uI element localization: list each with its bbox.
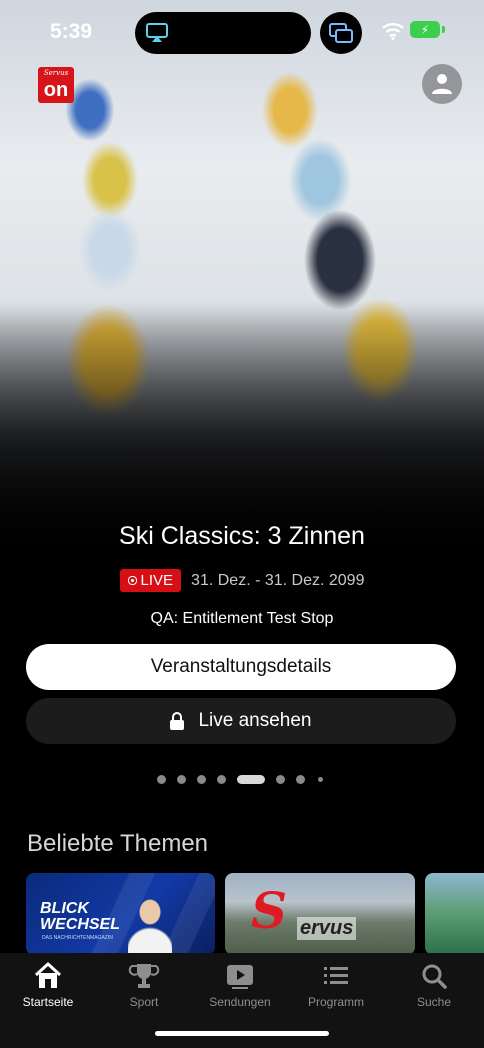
live-badge: LIVE (119, 569, 182, 592)
logo-top-text: Servus (43, 69, 69, 77)
search-icon (422, 964, 447, 989)
tab-sendungen[interactable]: Sendungen (192, 961, 288, 1009)
tile-title-line1: BLICK (40, 900, 89, 917)
tile-title-line2: WECHSEL (40, 916, 120, 933)
tab-sport[interactable]: Sport (96, 961, 192, 1009)
battery-icon: ⚡ (410, 21, 440, 38)
trophy-icon (128, 964, 160, 988)
pager-dot[interactable] (177, 775, 186, 784)
home-indicator[interactable] (155, 1031, 329, 1036)
pager-dot[interactable] (157, 775, 166, 784)
lock-icon (170, 712, 185, 730)
tab-label: Startseite (22, 995, 74, 1009)
topic-tile-blickwechsel[interactable]: BLICK WECHSEL DAS NACHRICHTENMAGAZIN (26, 873, 215, 955)
pager-dot[interactable] (296, 775, 305, 784)
logo-main-text: on (43, 79, 69, 101)
presenter-image (128, 899, 172, 955)
tab-label: Sport (129, 995, 159, 1009)
servus-on-logo[interactable]: Servus on (38, 67, 74, 103)
pager-dot-active[interactable] (237, 775, 265, 784)
event-meta: LIVE 31. Dez. - 31. Dez. 2099 (0, 569, 484, 592)
tile-subtitle: DAS NACHRICHTENMAGAZIN (42, 935, 113, 941)
home-icon (34, 962, 62, 988)
battery-cap (442, 26, 445, 33)
event-subtitle: QA: Entitlement Test Stop (150, 610, 334, 627)
status-time: 5:39 (50, 20, 93, 43)
pager-dot[interactable] (197, 775, 206, 784)
live-badge-label: LIVE (140, 572, 174, 589)
live-dot-icon (127, 576, 137, 585)
pager-dot[interactable] (276, 775, 285, 784)
tab-label: Suche (416, 995, 452, 1009)
list-icon (324, 967, 348, 984)
dynamic-island (135, 12, 311, 54)
event-dates: 31. Dez. - 31. Dez. 2099 (191, 571, 365, 589)
pager-dot[interactable] (318, 777, 323, 782)
profile-button[interactable] (422, 64, 462, 104)
event-title: Ski Classics: 3 Zinnen (119, 522, 365, 550)
tab-label: Sendungen (209, 995, 271, 1009)
tab-suche[interactable]: Suche (386, 961, 482, 1009)
popular-topics-heading: Beliebte Themen (27, 830, 209, 857)
status-bar: 5:39 ⚡ (0, 0, 484, 60)
wifi-icon (382, 23, 404, 40)
event-details-button[interactable]: Veranstaltungsdetails (26, 644, 456, 690)
tab-label: Programm (307, 995, 364, 1009)
topic-tile-landscape[interactable] (425, 873, 484, 955)
carousel-pager[interactable] (0, 774, 484, 786)
topic-tile-servus-tv[interactable]: S ervus (225, 873, 415, 955)
picture-in-picture-icon (329, 23, 353, 43)
pager-dot[interactable] (217, 775, 226, 784)
tab-programm[interactable]: Programm (288, 961, 384, 1009)
tile-title: BLICK WECHSEL (40, 901, 120, 933)
airplay-icon (146, 23, 168, 42)
play-icon (227, 965, 253, 989)
user-icon (432, 74, 452, 94)
tab-startseite[interactable]: Startseite (0, 961, 96, 1009)
pip-indicator (320, 12, 362, 54)
watch-live-label: Live ansehen (198, 710, 312, 731)
servus-logo-letter: S (251, 881, 288, 940)
watch-live-button[interactable]: Live ansehen (26, 698, 456, 744)
servus-logo-word: ervus (297, 917, 357, 940)
